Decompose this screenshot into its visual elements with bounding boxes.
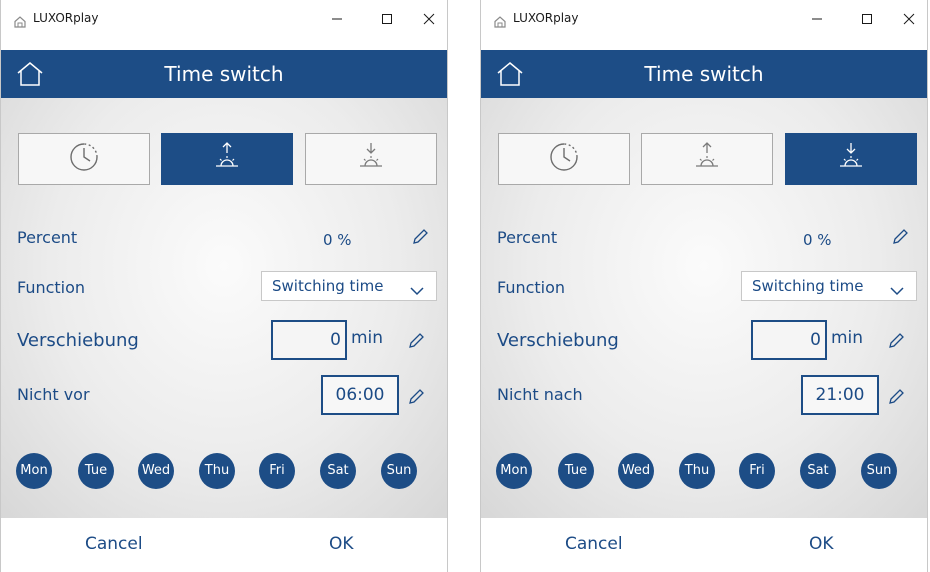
ok-button[interactable]: OK bbox=[809, 534, 834, 554]
percent-value: 0 % bbox=[323, 231, 352, 249]
title-bar: LUXORplay bbox=[481, 0, 927, 50]
day-toggle-wed[interactable]: Wed bbox=[618, 453, 654, 489]
sunrise-icon bbox=[690, 140, 724, 178]
limit-label: Nicht vor bbox=[17, 385, 90, 404]
cancel-button[interactable]: Cancel bbox=[85, 534, 143, 554]
minimize-button[interactable] bbox=[803, 6, 831, 32]
header-bar: Time switch bbox=[1, 50, 447, 98]
chevron-down-icon bbox=[410, 281, 424, 296]
close-icon bbox=[423, 10, 435, 29]
sunset-icon bbox=[354, 140, 388, 178]
cancel-button[interactable]: Cancel bbox=[565, 534, 623, 554]
day-toggle-thu[interactable]: Thu bbox=[679, 453, 715, 489]
function-dropdown[interactable]: Switching time bbox=[261, 271, 437, 301]
percent-label: Percent bbox=[497, 228, 558, 247]
mode-sunset-button[interactable] bbox=[785, 133, 917, 185]
close-button[interactable] bbox=[891, 6, 927, 32]
app-title: LUXORplay bbox=[513, 11, 579, 25]
settings-panel: Percent 0 % Function Switching time Vers… bbox=[481, 98, 927, 518]
day-toggle-sat[interactable]: Sat bbox=[800, 453, 836, 489]
footer: Cancel OK bbox=[481, 518, 927, 572]
mode-sunrise-button[interactable] bbox=[161, 133, 293, 185]
shift-input[interactable]: 0 bbox=[271, 320, 347, 360]
shift-label: Verschiebung bbox=[17, 330, 139, 351]
function-dropdown[interactable]: Switching time bbox=[741, 271, 917, 301]
footer: Cancel OK bbox=[1, 518, 447, 572]
function-label: Function bbox=[17, 278, 86, 297]
maximize-button[interactable] bbox=[373, 6, 401, 32]
function-dropdown-value: Switching time bbox=[272, 277, 384, 295]
day-toggle-sun[interactable]: Sun bbox=[381, 453, 417, 489]
shift-unit: min bbox=[351, 328, 384, 348]
page-title: Time switch bbox=[164, 62, 284, 86]
limit-label: Nicht nach bbox=[497, 385, 583, 404]
pencil-icon[interactable] bbox=[411, 228, 429, 246]
percent-value: 0 % bbox=[803, 231, 832, 249]
minimize-icon bbox=[811, 10, 823, 29]
pencil-icon[interactable] bbox=[407, 388, 425, 406]
mode-sunset-button[interactable] bbox=[305, 133, 437, 185]
house-small-icon bbox=[13, 14, 27, 28]
pencil-icon[interactable] bbox=[891, 228, 909, 246]
day-toggle-sun[interactable]: Sun bbox=[861, 453, 897, 489]
pencil-icon[interactable] bbox=[407, 332, 425, 350]
function-dropdown-value: Switching time bbox=[752, 277, 864, 295]
day-toggle-wed[interactable]: Wed bbox=[138, 453, 174, 489]
day-toggle-tue[interactable]: Tue bbox=[78, 453, 114, 489]
chevron-down-icon bbox=[890, 281, 904, 296]
header-bar: Time switch bbox=[481, 50, 927, 98]
day-toggle-fri[interactable]: Fri bbox=[739, 453, 775, 489]
day-toggle-mon[interactable]: Mon bbox=[16, 453, 52, 489]
close-button[interactable] bbox=[411, 6, 447, 32]
house-small-icon bbox=[493, 14, 507, 28]
shift-input[interactable]: 0 bbox=[751, 320, 827, 360]
sunrise-icon bbox=[210, 140, 244, 178]
day-toggle-mon[interactable]: Mon bbox=[496, 453, 532, 489]
shift-unit: min bbox=[831, 328, 864, 348]
function-label: Function bbox=[497, 278, 566, 297]
close-icon bbox=[903, 10, 915, 29]
title-bar: LUXORplay bbox=[1, 0, 447, 50]
day-toggle-thu[interactable]: Thu bbox=[199, 453, 235, 489]
pencil-icon[interactable] bbox=[887, 332, 905, 350]
limit-time-input[interactable]: 06:00 bbox=[321, 375, 399, 415]
mode-time-button[interactable] bbox=[498, 133, 630, 185]
page-title: Time switch bbox=[644, 62, 764, 86]
maximize-button[interactable] bbox=[853, 6, 881, 32]
limit-time-input[interactable]: 21:00 bbox=[801, 375, 879, 415]
minimize-button[interactable] bbox=[323, 6, 351, 32]
shift-label: Verschiebung bbox=[497, 330, 619, 351]
minimize-icon bbox=[331, 10, 343, 29]
time-switch-window-sunrise: LUXORplay Time switch Percent 0 % Functi… bbox=[0, 0, 448, 572]
sunset-icon bbox=[834, 140, 868, 178]
app-title: LUXORplay bbox=[33, 11, 99, 25]
percent-label: Percent bbox=[17, 228, 78, 247]
ok-button[interactable]: OK bbox=[329, 534, 354, 554]
clock-icon bbox=[67, 140, 101, 178]
mode-sunrise-button[interactable] bbox=[641, 133, 773, 185]
time-switch-window-sunset: LUXORplay Time switch Percent 0 % Functi… bbox=[480, 0, 928, 572]
clock-icon bbox=[547, 140, 581, 178]
maximize-icon bbox=[381, 10, 393, 29]
day-toggle-fri[interactable]: Fri bbox=[259, 453, 295, 489]
mode-time-button[interactable] bbox=[18, 133, 150, 185]
maximize-icon bbox=[861, 10, 873, 29]
settings-panel: Percent 0 % Function Switching time Vers… bbox=[1, 98, 447, 518]
pencil-icon[interactable] bbox=[887, 388, 905, 406]
day-toggle-tue[interactable]: Tue bbox=[558, 453, 594, 489]
day-toggle-sat[interactable]: Sat bbox=[320, 453, 356, 489]
